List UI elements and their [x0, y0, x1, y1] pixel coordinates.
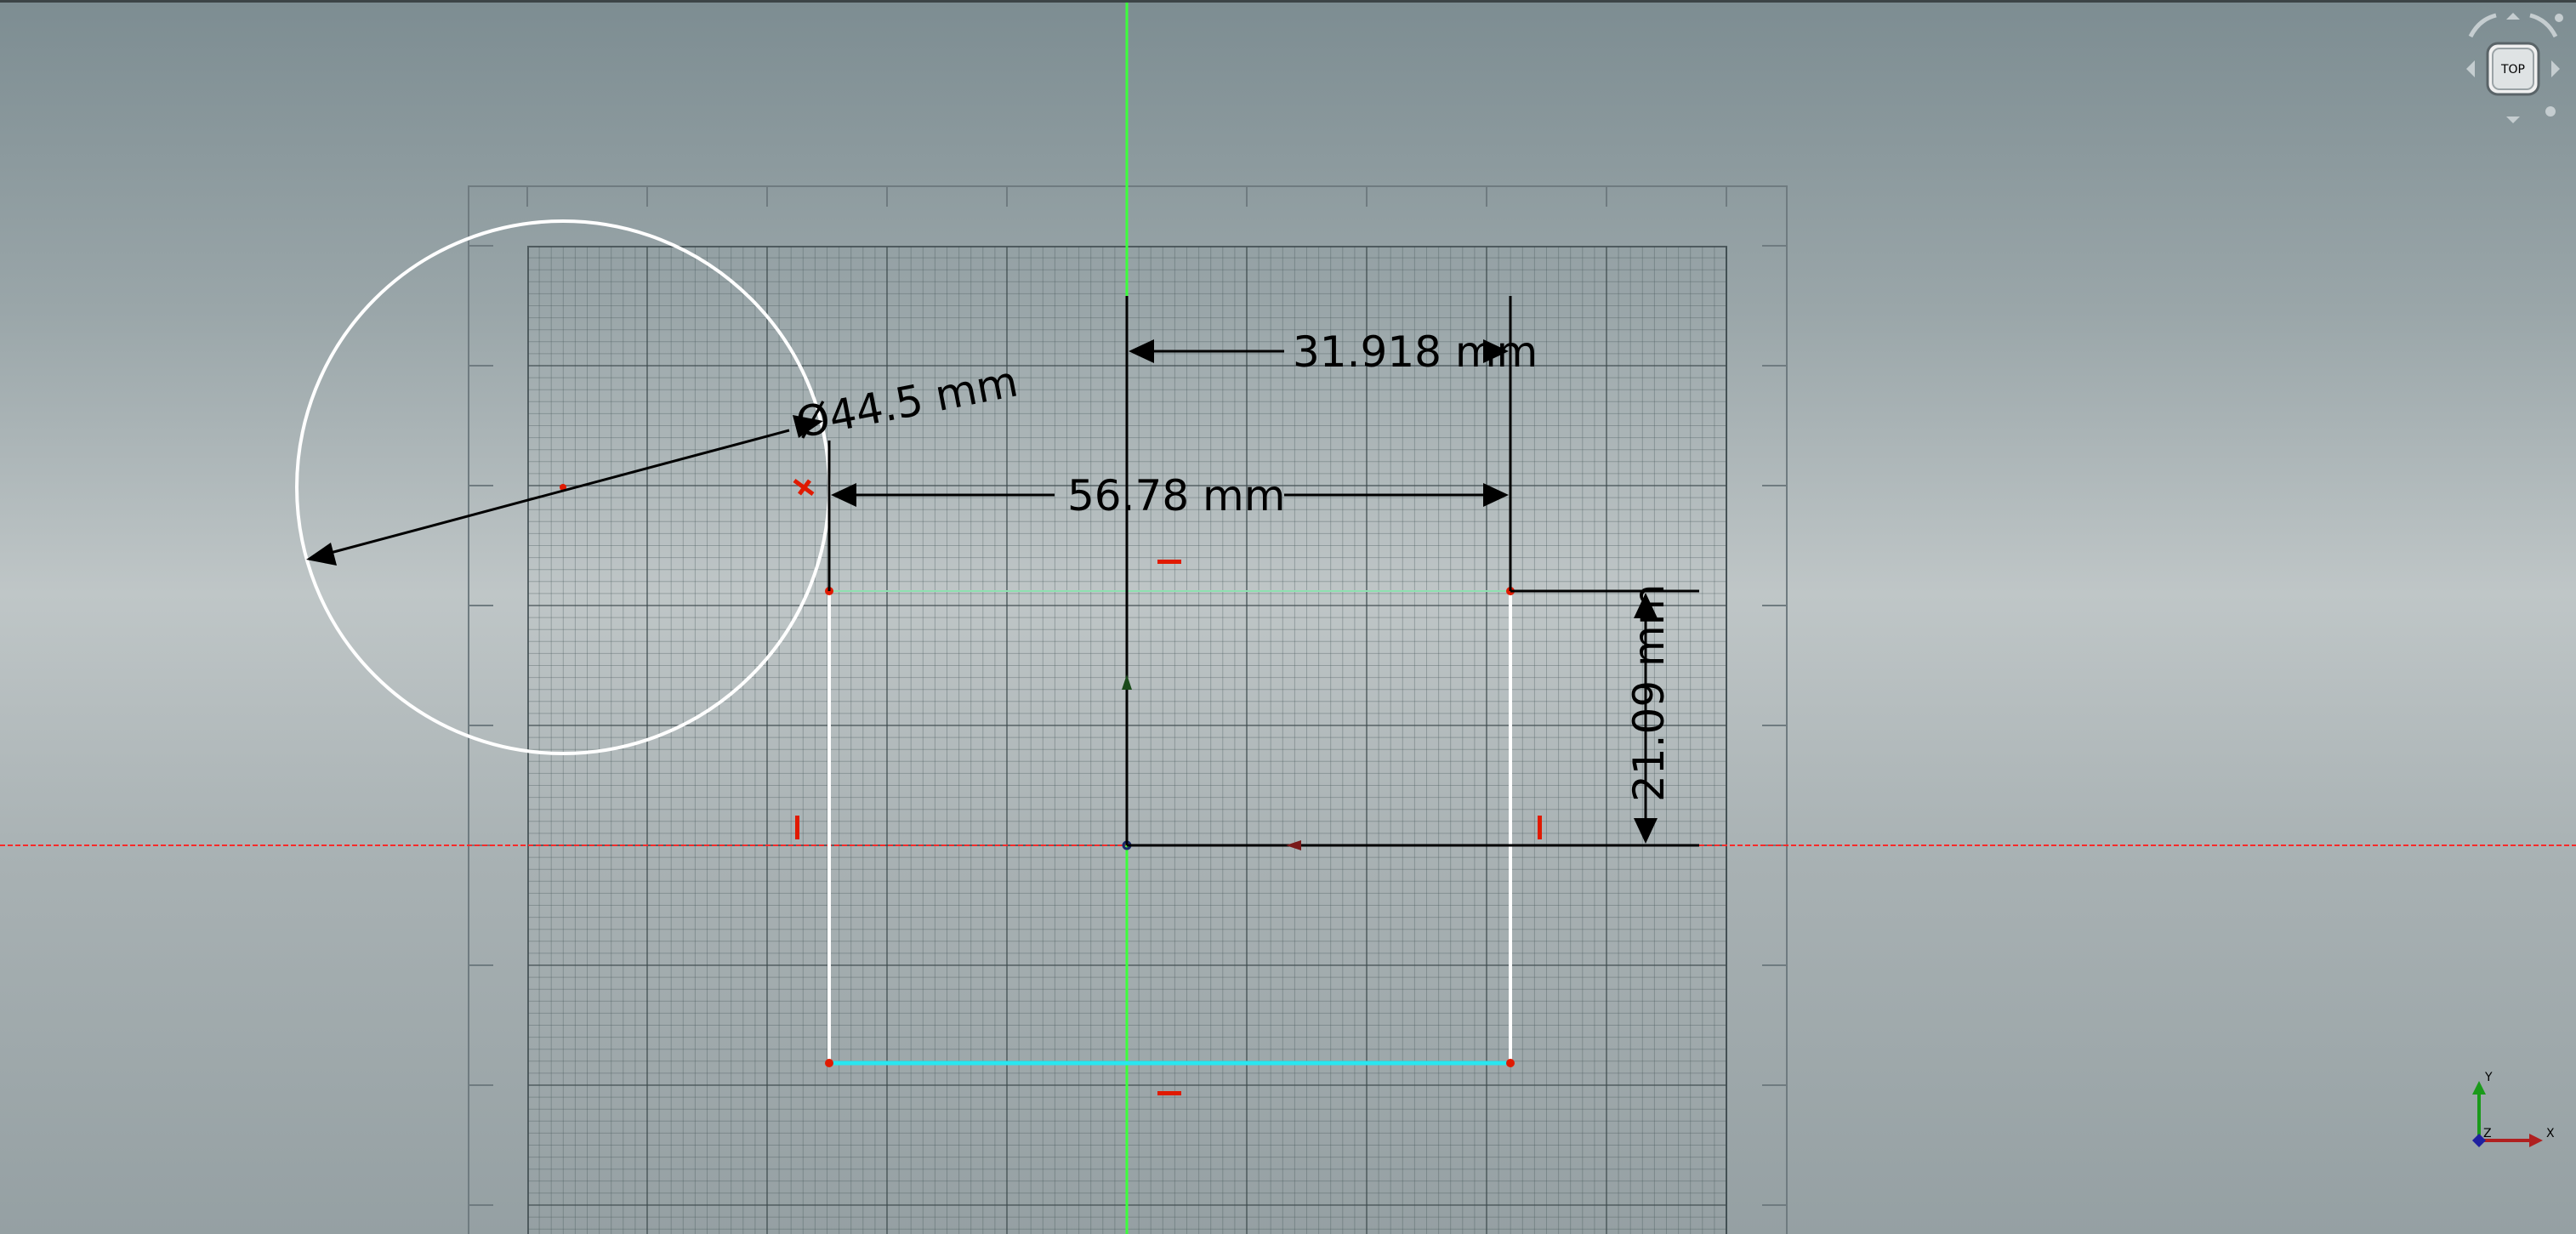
axis-z-label: Z — [2483, 1127, 2492, 1140]
dimension-label[interactable]: Ø44.5 mm — [792, 356, 1021, 447]
dimension-label[interactable]: 31.918 mm — [1293, 327, 1538, 377]
rotate-left-arrow-icon[interactable] — [2468, 13, 2497, 38]
horizontal-constraint-marker[interactable] — [1157, 560, 1181, 564]
dimension-label[interactable]: 21.09 mm — [1624, 584, 1674, 802]
axis-y-label: Y — [2484, 1071, 2493, 1084]
dimension-5678[interactable]: 56.78 mm — [827, 441, 1509, 591]
dimension-31918[interactable]: 31.918 mm — [1125, 296, 1538, 845]
sketch-3d-viewport[interactable]: 31.918 mm 56.78 mm 21.09 mm Ø44.5 mm TOP… — [0, 0, 2576, 1234]
dimension-2109[interactable]: 21.09 mm — [1122, 584, 1699, 850]
navcube-arrow-left-icon[interactable] — [2466, 60, 2475, 77]
tangent-constraint-marker[interactable] — [793, 478, 815, 497]
navcube-face-label: TOP — [2500, 63, 2525, 77]
navcube-arrow-down-icon[interactable] — [2506, 117, 2520, 123]
rotate-right-arrow-icon[interactable] — [2529, 13, 2558, 38]
dimension-diameter[interactable]: Ø44.5 mm — [306, 356, 1021, 566]
vertical-constraint-marker[interactable] — [795, 816, 799, 839]
navcube-arrow-up-icon[interactable] — [2506, 13, 2520, 20]
axis-triad: Y X Z — [2449, 1066, 2568, 1159]
vertical-constraint-marker[interactable] — [1538, 816, 1542, 839]
axis-x-label: X — [2546, 1127, 2555, 1140]
navigation-cube[interactable]: TOP — [2462, 11, 2564, 130]
navcube-arrow-right-icon[interactable] — [2551, 60, 2560, 77]
rectangle-vertex[interactable] — [825, 1059, 833, 1067]
sketch-canvas[interactable]: 31.918 mm 56.78 mm 21.09 mm Ø44.5 mm — [0, 3, 2576, 1234]
dimension-label[interactable]: 56.78 mm — [1067, 471, 1285, 520]
rectangle-vertex[interactable] — [1506, 1059, 1515, 1067]
horizontal-constraint-marker[interactable] — [1157, 1091, 1181, 1095]
navcube-menu-icon[interactable] — [2545, 106, 2556, 117]
navcube-corner-dot-icon[interactable] — [2555, 14, 2563, 22]
